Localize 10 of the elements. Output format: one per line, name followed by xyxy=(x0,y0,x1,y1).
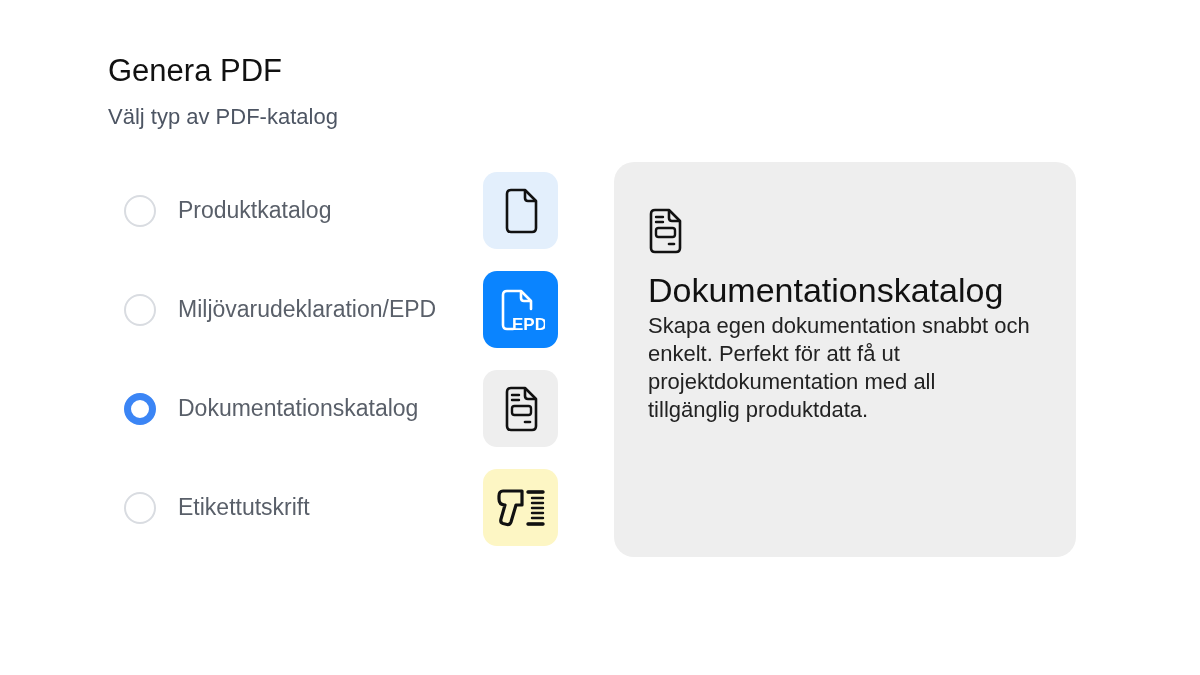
option-label[interactable]: Miljövarudeklaration/EPD xyxy=(178,296,483,323)
page-title: Genera PDF xyxy=(108,52,283,90)
option-label[interactable]: Etikettutskrift xyxy=(178,494,483,521)
panel-description: Skapa egen dokumentation snabbt och enkelt. Perfekt för att få ut projektdokumentation med all tillgänglig produktdata. xyxy=(648,312,1031,424)
option-label[interactable]: Dokumentationskatalog xyxy=(178,395,483,422)
option-label[interactable]: Produktkatalog xyxy=(178,197,483,224)
panel-title: Dokumentationskatalog xyxy=(648,270,1005,310)
page-subtitle: Välj typ av PDF-katalog xyxy=(108,104,339,130)
radio-button[interactable] xyxy=(124,392,156,425)
form-document-icon xyxy=(648,208,682,254)
